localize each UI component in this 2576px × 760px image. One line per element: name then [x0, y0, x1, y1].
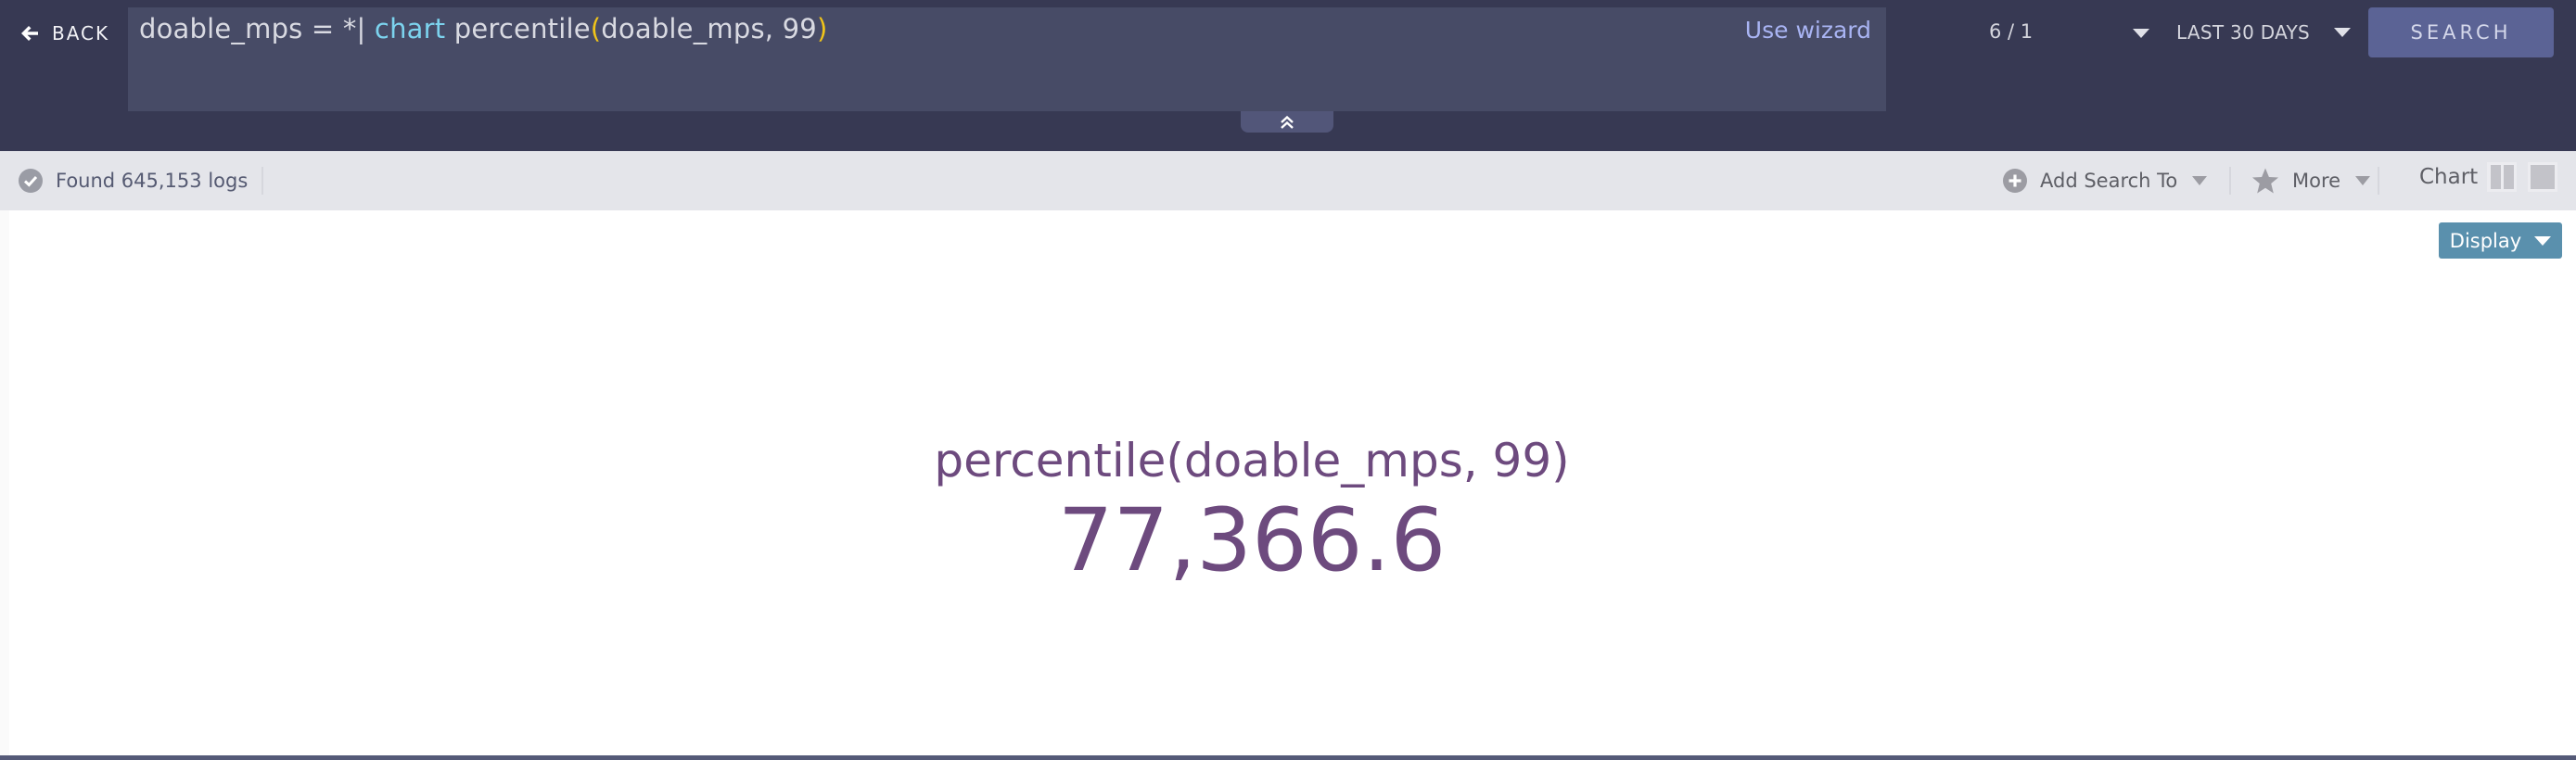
text-cursor: |	[356, 13, 366, 44]
results-toolbar: Found 645,153 logs Add Search To More Ch…	[0, 151, 2576, 210]
plus-circle-icon	[2003, 169, 2027, 193]
display-label: Display	[2449, 229, 2522, 252]
star-icon	[2252, 168, 2278, 194]
page-dropdown-caret-icon[interactable]	[2133, 29, 2149, 38]
split-view-icon	[2490, 165, 2501, 189]
search-button-label: SEARCH	[2410, 21, 2512, 44]
use-wizard-link[interactable]: Use wizard	[1745, 17, 1871, 44]
check-circle-icon	[19, 169, 43, 193]
single-view-toggle[interactable]	[2528, 162, 2557, 192]
more-label: More	[2292, 170, 2341, 192]
metric-value: 77,366.6	[1057, 490, 1447, 591]
query-text[interactable]: doable_mps = *| chart percentile(doable_…	[139, 13, 827, 44]
query-paren-open: (	[590, 13, 602, 44]
metric-label: percentile(doable_mps, 99)	[934, 434, 1570, 488]
display-dropdown-button[interactable]: Display	[2439, 222, 2562, 259]
arrow-left-icon	[21, 26, 38, 41]
divider	[2229, 167, 2231, 195]
chart-view-label: Chart	[2419, 165, 2479, 189]
collapse-query-button[interactable]	[1241, 111, 1333, 133]
query-args: doable_mps, 99	[601, 13, 817, 44]
single-view-icon	[2531, 165, 2555, 189]
query-keyword: chart	[365, 13, 446, 44]
chevron-down-icon	[2534, 235, 2552, 246]
divider	[261, 167, 263, 195]
back-label: BACK	[52, 22, 110, 44]
time-range-dropdown[interactable]: LAST 30 DAYS	[2176, 16, 2352, 49]
results-status: Found 645,153 logs	[19, 167, 248, 195]
double-chevron-up-icon	[1281, 115, 1294, 129]
page-count: 6 / 1	[1989, 20, 2034, 43]
back-button[interactable]: BACK	[20, 17, 109, 50]
query-input[interactable]: doable_mps = *| chart percentile(doable_…	[128, 7, 1886, 111]
divider	[2378, 167, 2379, 195]
chart-panel: Display percentile(doable_mps, 99) 77,36…	[0, 210, 2576, 755]
split-view-icon-pane	[2503, 165, 2514, 189]
chevron-down-icon	[2334, 28, 2352, 37]
found-count: Found 645,153 logs	[56, 170, 249, 192]
more-menu-button[interactable]: More	[2251, 165, 2371, 196]
query-function: percentile	[445, 13, 591, 44]
query-paren-close: )	[816, 13, 828, 44]
search-button[interactable]: SEARCH	[2368, 7, 2554, 57]
query-segment: doable_mps = *	[139, 13, 357, 44]
search-header: BACK doable_mps = *| chart percentile(do…	[0, 0, 2576, 151]
split-view-toggle[interactable]	[2487, 162, 2517, 192]
time-range-label: LAST 30 DAYS	[2176, 21, 2311, 44]
chevron-down-icon	[2192, 176, 2208, 185]
single-value-metric: percentile(doable_mps, 99) 77,366.6	[0, 433, 2504, 592]
chevron-down-icon	[2355, 176, 2371, 185]
add-search-to-button[interactable]: Add Search To	[2003, 167, 2208, 195]
bottom-bar	[0, 755, 2576, 760]
add-search-to-label: Add Search To	[2040, 170, 2178, 192]
